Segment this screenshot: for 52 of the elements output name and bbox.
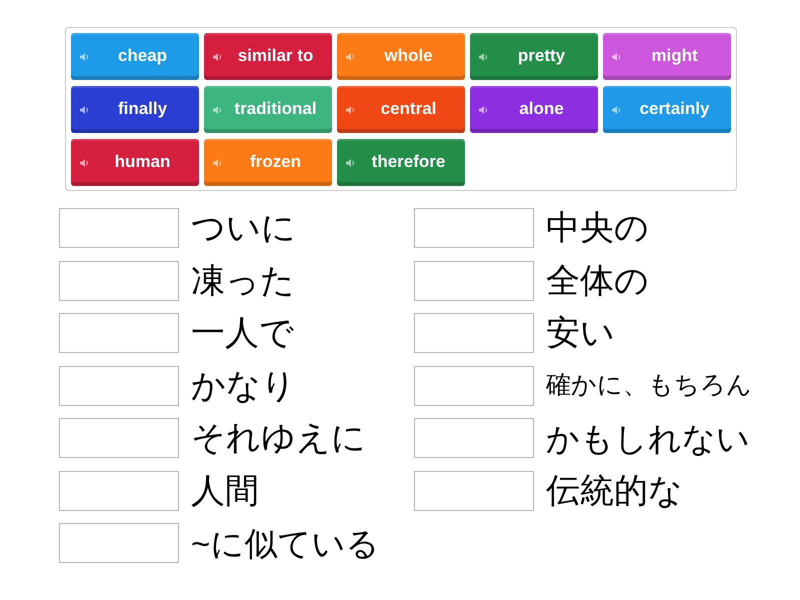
speaker-icon[interactable] [213,158,222,166]
clue-text: 凍った [191,264,295,298]
speaker-icon[interactable] [80,52,89,60]
speaker-icon[interactable] [80,106,89,114]
clue-text: 中央の [546,211,649,245]
answer-box[interactable] [59,313,179,353]
answer-box[interactable] [59,208,179,248]
clue-text: それゆえに [191,421,366,455]
speaker-icon[interactable] [346,158,355,166]
answer-box[interactable] [414,470,534,510]
answer-box[interactable] [414,313,534,353]
word-tile[interactable]: therefore [337,139,465,186]
word-tile[interactable]: whole [337,33,465,80]
speaker-icon[interactable] [346,106,355,114]
clue-text: かもしれない [546,422,750,454]
word-tile[interactable]: might [603,33,731,80]
word-tile[interactable]: pretty [470,33,598,80]
speaker-icon[interactable] [479,106,488,114]
word-tile[interactable]: finally [71,86,199,133]
word-tile[interactable]: human [71,139,199,186]
word-tile[interactable]: similar to [204,33,332,80]
answer-box[interactable] [414,208,534,248]
answer-box[interactable] [59,366,179,406]
word-tile[interactable]: frozen [204,139,332,186]
clue-text: ~に似ている [191,526,380,560]
speaker-icon[interactable] [479,52,488,60]
word-tile[interactable]: certainly [603,86,731,133]
clue-text: 一人で [191,316,294,350]
word-tile[interactable]: central [337,86,465,133]
word-tile[interactable]: traditional [204,86,332,133]
clue-text: 安い [546,316,615,350]
answer-box[interactable] [59,523,179,563]
answer-box[interactable] [59,418,179,458]
clue-text: 伝統的な [546,474,683,508]
clue-text: かなり [191,368,296,402]
answer-box[interactable] [59,260,179,300]
clue-text: 全体の [546,264,649,298]
clue-text: 確かに、もちろん [546,373,752,398]
clue-text: ついに [191,211,296,245]
word-tile[interactable]: alone [470,86,598,133]
answer-box[interactable] [59,470,179,510]
answer-box[interactable] [414,366,534,406]
speaker-icon[interactable] [612,52,621,60]
speaker-icon[interactable] [213,52,222,60]
speaker-icon[interactable] [80,158,89,166]
speaker-icon[interactable] [213,106,222,114]
speaker-icon[interactable] [346,52,355,60]
speaker-icon[interactable] [612,106,621,114]
word-tile[interactable]: cheap [71,33,199,80]
clue-text: 人間 [191,474,259,508]
answer-box[interactable] [414,418,534,458]
answer-box[interactable] [414,260,534,300]
